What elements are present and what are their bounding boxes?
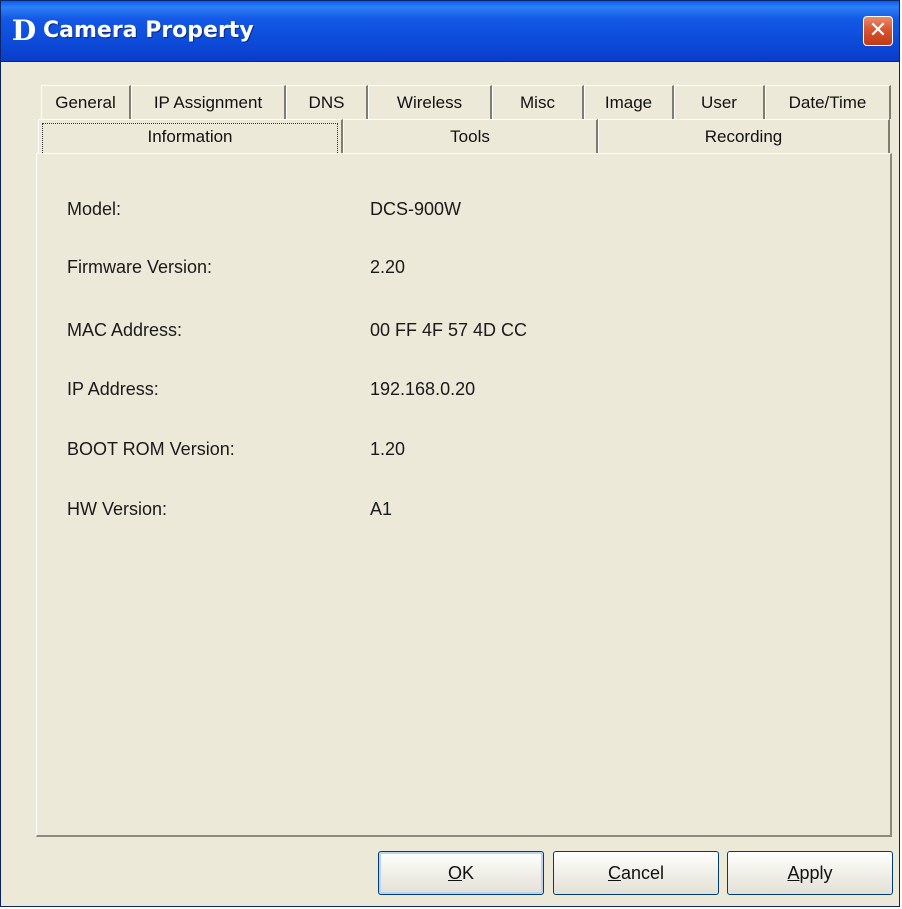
info-label: IP Address: bbox=[67, 379, 159, 399]
info-value: 1.20 bbox=[370, 439, 406, 459]
tab-recording[interactable]: Recording bbox=[598, 119, 890, 153]
info-row-hw-version: HW Version: A1 bbox=[67, 494, 847, 524]
tab-information[interactable]: Information bbox=[38, 119, 343, 153]
tab-label: Information bbox=[147, 127, 233, 146]
info-row-ip-address: IP Address: 192.168.0.20 bbox=[67, 374, 847, 404]
info-label: BOOT ROM Version: bbox=[67, 439, 235, 459]
camera-property-dialog: D Camera Property ✕ General IP Assignmen… bbox=[0, 0, 900, 907]
info-label: MAC Address: bbox=[67, 320, 183, 340]
tab-date-time[interactable]: Date/Time bbox=[765, 85, 891, 119]
info-value: DCS-900W bbox=[370, 199, 462, 219]
close-button[interactable]: ✕ bbox=[863, 16, 893, 46]
info-value: A1 bbox=[370, 499, 393, 519]
tab-label: Image bbox=[604, 93, 653, 112]
tab-tools[interactable]: Tools bbox=[343, 119, 598, 153]
tab-label: IP Assignment bbox=[153, 93, 263, 112]
apply-label-rest: pply bbox=[799, 863, 833, 883]
info-row-boot-rom-version: BOOT ROM Version: 1.20 bbox=[67, 434, 847, 464]
info-value: 192.168.0.20 bbox=[370, 379, 476, 399]
info-row-mac-address: MAC Address: 00 FF 4F 57 4D CC bbox=[67, 315, 847, 345]
tab-misc[interactable]: Misc bbox=[492, 85, 584, 119]
dlink-logo-icon: D bbox=[11, 14, 37, 47]
cancel-button[interactable]: Cancel bbox=[553, 851, 719, 895]
info-label: Firmware Version: bbox=[67, 257, 213, 277]
info-value: 00 FF 4F 57 4D CC bbox=[370, 320, 528, 340]
tab-user[interactable]: User bbox=[674, 85, 765, 119]
tab-row-bottom: Information Tools Recording bbox=[38, 119, 890, 153]
apply-mnemonic: A bbox=[787, 863, 800, 883]
tab-ip-assignment[interactable]: IP Assignment bbox=[131, 85, 286, 119]
ok-label-rest: K bbox=[462, 863, 475, 883]
info-label: Model: bbox=[67, 199, 122, 219]
tab-label: Misc bbox=[520, 93, 555, 112]
tab-wireless[interactable]: Wireless bbox=[368, 85, 492, 119]
tab-row-top: General IP Assignment DNS Wireless Misc … bbox=[41, 85, 895, 119]
info-label: HW Version: bbox=[67, 499, 168, 519]
tab-label: Date/Time bbox=[788, 93, 867, 112]
info-row-firmware-version: Firmware Version: 2.20 bbox=[67, 252, 847, 282]
close-icon: ✕ bbox=[868, 18, 888, 43]
cancel-label-rest: ancel bbox=[620, 863, 665, 883]
tab-label: General bbox=[55, 93, 116, 112]
info-row-model: Model: DCS-900W bbox=[67, 194, 847, 224]
ok-button[interactable]: OK bbox=[378, 851, 544, 895]
tab-general[interactable]: General bbox=[41, 85, 131, 119]
tab-label: Tools bbox=[450, 127, 490, 146]
apply-button[interactable]: Apply bbox=[727, 851, 893, 895]
info-value: 2.20 bbox=[370, 257, 406, 277]
tab-dns[interactable]: DNS bbox=[286, 85, 368, 119]
window-title: Camera Property bbox=[43, 18, 254, 43]
information-panel: Model: DCS-900W Firmware Version: 2.20 M… bbox=[36, 153, 892, 837]
tab-label: Wireless bbox=[396, 93, 463, 112]
tab-image[interactable]: Image bbox=[584, 85, 674, 119]
tab-label: Recording bbox=[704, 127, 783, 146]
title-bar[interactable]: D Camera Property ✕ bbox=[1, 1, 899, 62]
ok-mnemonic: O bbox=[447, 863, 462, 883]
cancel-mnemonic: C bbox=[607, 863, 621, 883]
tab-label: DNS bbox=[308, 93, 345, 112]
tab-label: User bbox=[701, 93, 737, 112]
